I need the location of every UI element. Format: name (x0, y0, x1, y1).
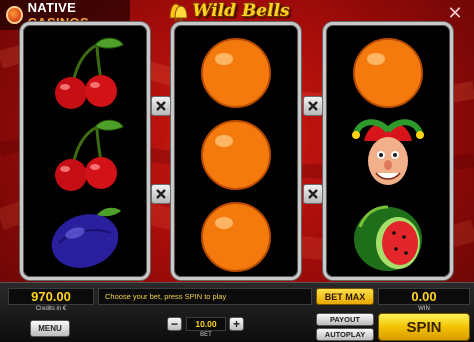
cherries-icon (45, 115, 125, 195)
win-label: WIN (418, 306, 430, 312)
payout-button[interactable]: PAYOUT (316, 313, 374, 326)
orange-icon (196, 197, 276, 277)
orange-icon (196, 115, 276, 195)
bell-icon (169, 3, 188, 22)
orange-icon (348, 33, 428, 113)
orange-icon (196, 33, 276, 113)
hold-button-4[interactable] (303, 184, 323, 204)
hold-button-1[interactable] (151, 96, 171, 116)
hold-button-3[interactable] (303, 96, 323, 116)
close-x-icon (308, 189, 318, 199)
watermelon-icon (348, 197, 428, 277)
status-message: Choose your bet, press SPIN to play (98, 288, 312, 305)
close-x-icon (156, 189, 166, 199)
reel-3 (323, 22, 453, 280)
hold-button-2[interactable] (151, 184, 171, 204)
reel-2 (171, 22, 301, 280)
close-x-icon (156, 101, 166, 111)
game-title-text: Wild Bells (192, 1, 290, 21)
bet-decrease-button[interactable]: − (167, 317, 182, 331)
win-display: 0.00 (378, 288, 470, 305)
reel-1 (20, 22, 150, 280)
credits-label: Credits in € (35, 306, 67, 312)
close-icon[interactable]: ✕ (446, 4, 464, 22)
autoplay-button[interactable]: AUTOPLAY (316, 328, 374, 341)
native-casinos-logo (6, 6, 23, 24)
credits-display: 970.00 (8, 288, 94, 305)
bet-display: 10.00 (186, 317, 226, 331)
cherries-icon (45, 33, 125, 113)
close-x-icon (308, 101, 318, 111)
control-panel: 970.00 Credits in € Choose your bet, pre… (0, 282, 474, 342)
game-title: Wild Bells (152, 0, 302, 22)
bet-increase-button[interactable]: + (229, 317, 244, 331)
jester-icon (348, 115, 428, 195)
spin-button[interactable]: SPIN (378, 313, 470, 341)
menu-button[interactable]: MENU (30, 320, 70, 337)
bet-max-button[interactable]: BET MAX (316, 288, 374, 305)
plum-icon (45, 197, 125, 277)
bet-label: BET (200, 332, 212, 338)
